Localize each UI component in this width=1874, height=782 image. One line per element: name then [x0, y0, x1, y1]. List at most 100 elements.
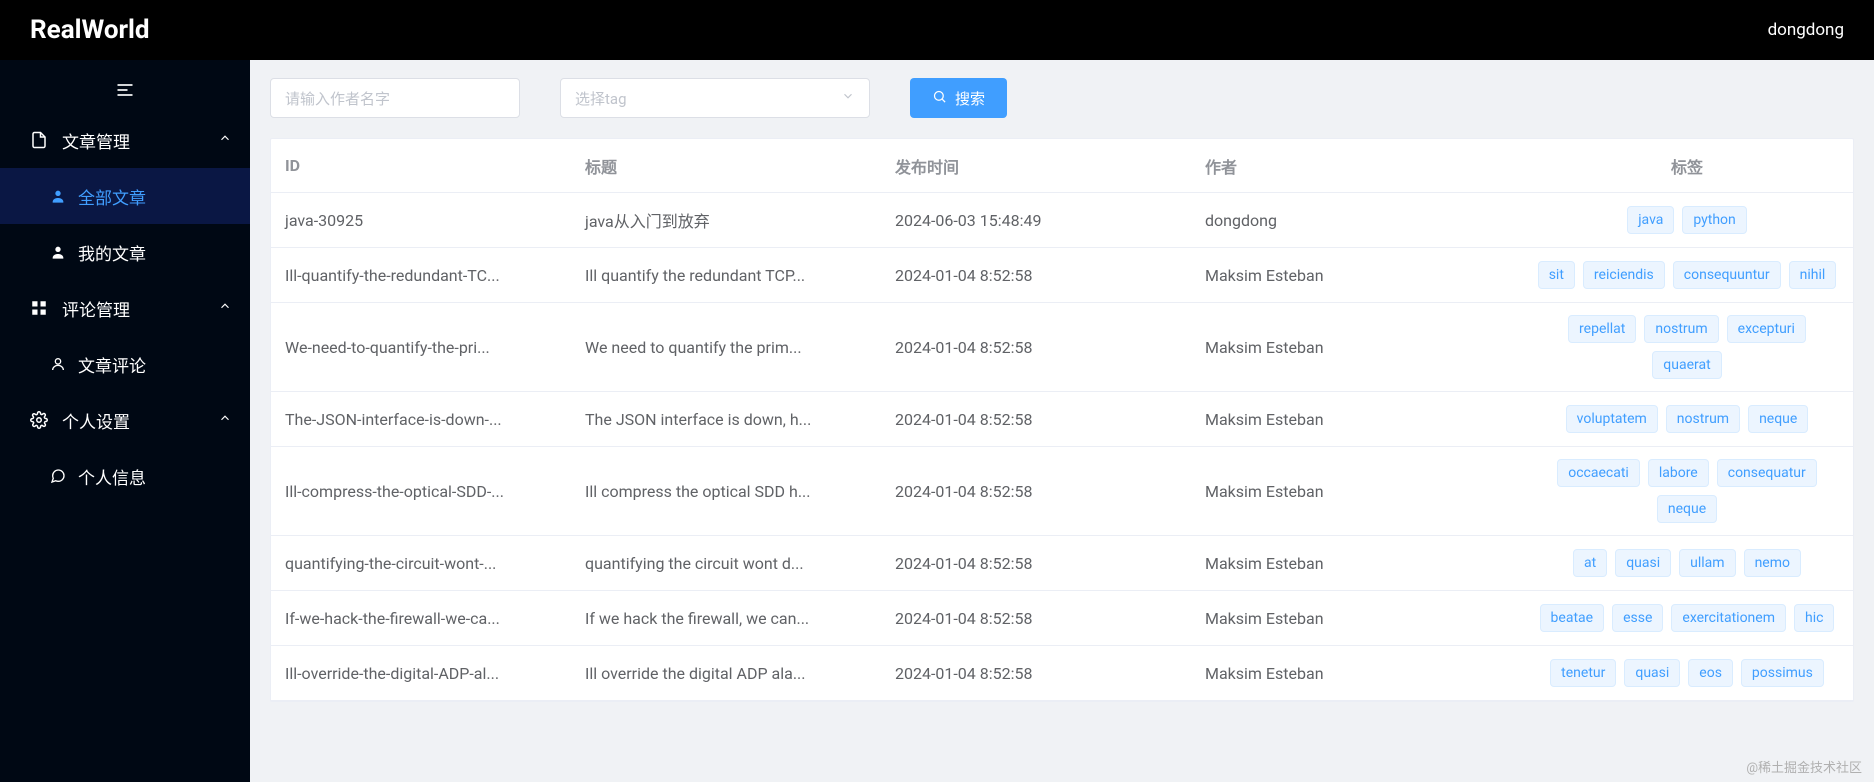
tag[interactable]: tenetur: [1550, 659, 1616, 687]
sidebar-item-article-comments[interactable]: 文章评论: [0, 336, 250, 392]
cell-tags: java python: [1521, 206, 1853, 234]
tag[interactable]: occaecati: [1557, 459, 1640, 487]
gear-icon: [30, 411, 48, 429]
menu-group-personal-settings[interactable]: 个人设置: [0, 392, 250, 448]
table-row: The-JSON-interface-is-down-...The JSON i…: [271, 392, 1853, 447]
col-header-title: 标题: [571, 154, 881, 178]
sidebar-item-personal-info[interactable]: 个人信息: [0, 448, 250, 504]
tag[interactable]: ullam: [1679, 549, 1735, 577]
sidebar-item-my-articles[interactable]: 我的文章: [0, 224, 250, 280]
tag[interactable]: quasi: [1615, 549, 1671, 577]
search-icon: [932, 89, 947, 108]
search-button[interactable]: 搜索: [910, 78, 1007, 118]
tag[interactable]: at: [1573, 549, 1607, 577]
cell-title: Ill override the digital ADP ala...: [571, 664, 881, 683]
cell-time: 2024-01-04 8:52:58: [881, 266, 1191, 285]
table-header: ID 标题 发布时间 作者 标签: [271, 139, 1853, 193]
tag[interactable]: repellat: [1568, 315, 1636, 343]
sidebar-collapse-toggle[interactable]: [0, 72, 250, 112]
cell-title: We need to quantify the prim...: [571, 338, 881, 357]
cell-time: 2024-01-04 8:52:58: [881, 664, 1191, 683]
cell-tags: beataeesse exercitationem hic: [1521, 604, 1853, 632]
cell-tags: occaecati labore consequaturneque: [1521, 459, 1853, 523]
tag[interactable]: beatae: [1540, 604, 1605, 632]
cell-id: Ill-compress-the-optical-SDD-...: [271, 482, 571, 501]
tag[interactable]: nihil: [1789, 261, 1837, 289]
col-header-tags: 标签: [1521, 154, 1853, 178]
chevron-up-icon: [218, 298, 232, 318]
tag[interactable]: reiciendis: [1583, 261, 1665, 289]
tag[interactable]: python: [1682, 206, 1746, 234]
cell-author: Maksim Esteban: [1191, 664, 1521, 683]
tag[interactable]: neque: [1657, 495, 1717, 523]
table-row: java-30925java从入门到放弃2024-06-03 15:48:49d…: [271, 193, 1853, 248]
cell-author: dongdong: [1191, 211, 1521, 230]
tag[interactable]: quaerat: [1652, 351, 1721, 379]
menu-group-label: 文章管理: [62, 128, 130, 153]
sidebar-item-label: 我的文章: [78, 240, 146, 265]
cell-tags: atquasi ullam nemo: [1521, 549, 1853, 577]
tag[interactable]: eos: [1688, 659, 1733, 687]
tag[interactable]: voluptatem: [1566, 405, 1658, 433]
tag[interactable]: consequatur: [1717, 459, 1817, 487]
tag[interactable]: nostrum: [1644, 315, 1718, 343]
table-row: We-need-to-quantify-the-pri...We need to…: [271, 303, 1853, 392]
sidebar-item-label: 全部文章: [78, 184, 146, 209]
cell-author: Maksim Esteban: [1191, 410, 1521, 429]
tag[interactable]: excepturi: [1727, 315, 1806, 343]
tag[interactable]: nostrum: [1666, 405, 1740, 433]
tag[interactable]: labore: [1648, 459, 1709, 487]
cell-title: Ill compress the optical SDD h...: [571, 482, 881, 501]
cell-tags: sit reiciendis consequuntur nihil: [1521, 261, 1853, 289]
filter-bar: 请输入作者名字 选择tag 搜索: [270, 78, 1854, 118]
table-row: Ill-override-the-digital-ADP-al...Ill ov…: [271, 646, 1853, 701]
cell-id: We-need-to-quantify-the-pri...: [271, 338, 571, 357]
cell-title: Ill quantify the redundant TCP...: [571, 266, 881, 285]
tag[interactable]: esse: [1612, 604, 1663, 632]
tag[interactable]: java: [1627, 206, 1674, 234]
author-input-placeholder: 请输入作者名字: [285, 88, 390, 109]
cell-time: 2024-06-03 15:48:49: [881, 211, 1191, 230]
tag[interactable]: sit: [1538, 261, 1575, 289]
sidebar-item-all-articles[interactable]: 全部文章: [0, 168, 250, 224]
sidebar: 文章管理全部文章我的文章评论管理文章评论个人设置个人信息: [0, 60, 250, 782]
tag[interactable]: consequuntur: [1673, 261, 1781, 289]
tag[interactable]: exercitationem: [1671, 604, 1786, 632]
cell-id: quantifying-the-circuit-wont-...: [271, 554, 571, 573]
menu-group-article-mgmt[interactable]: 文章管理: [0, 112, 250, 168]
tag[interactable]: neque: [1748, 405, 1808, 433]
header: RealWorld dongdong: [0, 0, 1874, 60]
tag[interactable]: possimus: [1741, 659, 1824, 687]
tag-select-placeholder: 选择tag: [575, 88, 627, 109]
cell-id: The-JSON-interface-is-down-...: [271, 410, 571, 429]
cell-tags: repellat nostrum excepturiquaerat: [1521, 315, 1853, 379]
cell-time: 2024-01-04 8:52:58: [881, 609, 1191, 628]
tag[interactable]: quasi: [1624, 659, 1680, 687]
cell-author: Maksim Esteban: [1191, 482, 1521, 501]
col-header-id: ID: [271, 156, 571, 175]
cell-time: 2024-01-04 8:52:58: [881, 410, 1191, 429]
cell-title: quantifying the circuit wont d...: [571, 554, 881, 573]
cell-tags: voluptatem nostrum neque: [1521, 405, 1853, 433]
cell-id: Ill-override-the-digital-ADP-al...: [271, 664, 571, 683]
tag[interactable]: hic: [1794, 604, 1834, 632]
author-input[interactable]: 请输入作者名字: [270, 78, 520, 118]
cell-title: If we hack the firewall, we can...: [571, 609, 881, 628]
table-row: quantifying-the-circuit-wont-...quantify…: [271, 536, 1853, 591]
header-username[interactable]: dongdong: [1768, 20, 1844, 40]
tag[interactable]: nemo: [1744, 549, 1801, 577]
tag-select[interactable]: 选择tag: [560, 78, 870, 118]
menu-group-label: 个人设置: [62, 408, 130, 433]
chat-icon: [50, 468, 66, 484]
menu-group-comment-mgmt[interactable]: 评论管理: [0, 280, 250, 336]
cell-author: Maksim Esteban: [1191, 609, 1521, 628]
main-layout: 文章管理全部文章我的文章评论管理文章评论个人设置个人信息 请输入作者名字 选择t…: [0, 60, 1874, 782]
chevron-up-icon: [218, 130, 232, 150]
cell-time: 2024-01-04 8:52:58: [881, 554, 1191, 573]
col-header-author: 作者: [1191, 154, 1521, 178]
chevron-down-icon: [841, 89, 855, 107]
table-row: Ill-quantify-the-redundant-TC...Ill quan…: [271, 248, 1853, 303]
sidebar-item-label: 文章评论: [78, 352, 146, 377]
table-row: Ill-compress-the-optical-SDD-...Ill comp…: [271, 447, 1853, 536]
search-button-label: 搜索: [955, 88, 985, 109]
